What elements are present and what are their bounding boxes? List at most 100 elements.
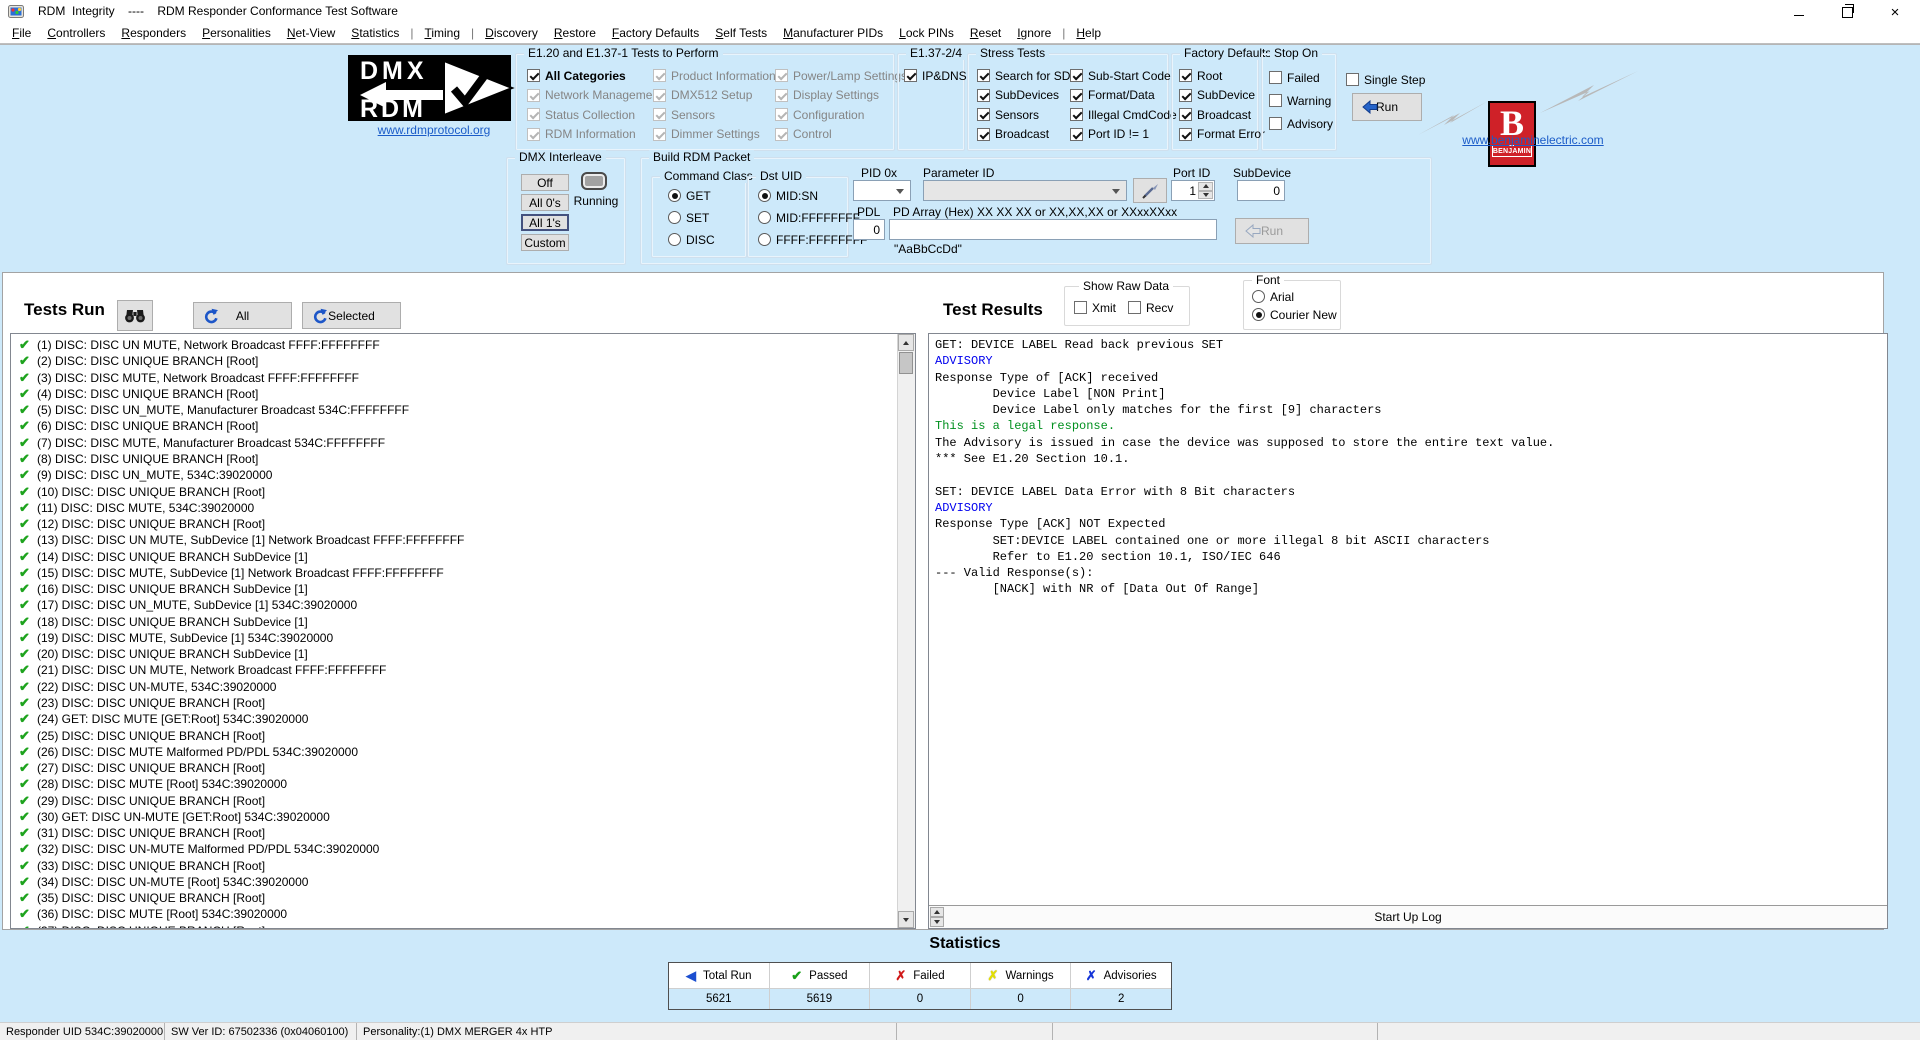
stress-test-checkbox[interactable]: Search for SDs bbox=[977, 67, 1070, 84]
scroll-down-icon[interactable] bbox=[898, 911, 914, 928]
test-row[interactable]: ✔ (22) DISC: DISC UN-MUTE, 534C:39020000 bbox=[11, 679, 898, 695]
stop-on-checkbox[interactable]: Advisory bbox=[1269, 115, 1333, 132]
test-row[interactable]: ✔ (5) DISC: DISC UN_MUTE, Manufacturer B… bbox=[11, 402, 898, 418]
test-row[interactable]: ✔ (2) DISC: DISC UNIQUE BRANCH [Root] bbox=[11, 353, 898, 369]
test-row[interactable]: ✔ (27) DISC: DISC UNIQUE BRANCH [Root] bbox=[11, 760, 898, 776]
single-step-checkbox[interactable]: Single Step bbox=[1346, 71, 1425, 88]
menu-item[interactable]: Lock PINs bbox=[891, 24, 962, 43]
pid-combobox[interactable] bbox=[853, 180, 911, 201]
menu-item[interactable]: Reset bbox=[962, 24, 1009, 43]
rerun-selected-button[interactable]: Selected bbox=[302, 302, 401, 329]
test-row[interactable]: ✔ (6) DISC: DISC UNIQUE BRANCH [Root] bbox=[11, 418, 898, 434]
benjaminelectric-link[interactable]: www.benjaminelectric.com bbox=[1462, 133, 1603, 147]
run-button[interactable]: Run bbox=[1352, 93, 1422, 121]
category-checkbox[interactable]: Display Settings bbox=[775, 87, 901, 104]
factory-default-checkbox[interactable]: Root bbox=[1179, 67, 1259, 84]
menu-item[interactable]: File bbox=[4, 24, 39, 43]
test-row[interactable]: ✔ (1) DISC: DISC UN MUTE, Network Broadc… bbox=[11, 337, 898, 353]
category-checkbox[interactable]: Configuration bbox=[775, 106, 901, 123]
test-row[interactable]: ✔ (32) DISC: DISC UN-MUTE Malformed PD/P… bbox=[11, 841, 898, 857]
interleave-button[interactable]: All 1's bbox=[521, 214, 569, 231]
test-row[interactable]: ✔ (29) DISC: DISC UNIQUE BRANCH [Root] bbox=[11, 792, 898, 808]
scroll-thumb[interactable] bbox=[899, 352, 913, 374]
dst-uid-radio[interactable]: MID:SN bbox=[758, 187, 867, 204]
factory-default-checkbox[interactable]: SubDevice bbox=[1179, 87, 1259, 104]
menu-item[interactable]: | bbox=[468, 24, 477, 43]
ipdns-checkbox[interactable]: IP&DNS bbox=[904, 67, 967, 84]
command-class-radio[interactable]: DISC bbox=[668, 231, 715, 248]
test-row[interactable]: ✔ (26) DISC: DISC MUTE Malformed PD/PDL … bbox=[11, 744, 898, 760]
category-checkbox[interactable]: All Categories bbox=[527, 67, 653, 84]
test-row[interactable]: ✔ (14) DISC: DISC UNIQUE BRANCH SubDevic… bbox=[11, 548, 898, 564]
test-row[interactable]: ✔ (25) DISC: DISC UNIQUE BRANCH [Root] bbox=[11, 727, 898, 743]
stress-test-checkbox[interactable]: Illegal CmdCode bbox=[1070, 106, 1170, 123]
pd-array-input[interactable] bbox=[889, 219, 1217, 240]
interleave-button[interactable]: Custom bbox=[521, 234, 569, 251]
menu-item[interactable]: Statistics bbox=[343, 24, 407, 43]
test-row[interactable]: ✔ (37) DISC: DISC UNIQUE BRANCH [Root] bbox=[11, 923, 898, 929]
dst-uid-radio[interactable]: FFFF:FFFFFFFF bbox=[758, 231, 867, 248]
test-row[interactable]: ✔ (4) DISC: DISC UNIQUE BRANCH [Root] bbox=[11, 386, 898, 402]
menu-item[interactable]: Responders bbox=[113, 24, 194, 43]
tests-list-scrollbar[interactable] bbox=[897, 334, 915, 928]
category-checkbox[interactable]: Network Management bbox=[527, 87, 653, 104]
test-row[interactable]: ✔ (20) DISC: DISC UNIQUE BRANCH SubDevic… bbox=[11, 646, 898, 662]
test-row[interactable]: ✔ (34) DISC: DISC UN-MUTE [Root] 534C:39… bbox=[11, 874, 898, 890]
test-row[interactable]: ✔ (17) DISC: DISC UN_MUTE, SubDevice [1]… bbox=[11, 597, 898, 613]
category-checkbox[interactable]: Product Information bbox=[653, 67, 775, 84]
results-spinner[interactable] bbox=[930, 907, 944, 927]
category-checkbox[interactable]: Status Collection bbox=[527, 106, 653, 123]
font-radio[interactable]: Arial bbox=[1252, 288, 1337, 305]
factory-default-checkbox[interactable]: Broadcast bbox=[1179, 106, 1259, 123]
test-row[interactable]: ✔ (16) DISC: DISC UNIQUE BRANCH SubDevic… bbox=[11, 581, 898, 597]
menu-item[interactable]: Discovery bbox=[477, 24, 546, 43]
restore-icon[interactable] bbox=[1830, 0, 1864, 24]
category-checkbox[interactable]: Power/Lamp Settings bbox=[775, 67, 901, 84]
test-row[interactable]: ✔ (31) DISC: DISC UNIQUE BRANCH [Root] bbox=[11, 825, 898, 841]
menu-item[interactable]: Ignore bbox=[1009, 24, 1059, 43]
test-row[interactable]: ✔ (10) DISC: DISC UNIQUE BRANCH [Root] bbox=[11, 483, 898, 499]
test-row[interactable]: ✔ (12) DISC: DISC UNIQUE BRANCH [Root] bbox=[11, 516, 898, 532]
test-row[interactable]: ✔ (21) DISC: DISC UN MUTE, Network Broad… bbox=[11, 662, 898, 678]
stress-test-checkbox[interactable]: Sensors bbox=[977, 106, 1070, 123]
interleave-button[interactable]: Off bbox=[521, 174, 569, 191]
find-test-button[interactable] bbox=[117, 300, 153, 331]
menu-item[interactable]: Factory Defaults bbox=[604, 24, 707, 43]
port-id-stepper[interactable]: 1 bbox=[1171, 180, 1215, 201]
stop-on-checkbox[interactable]: Warning bbox=[1269, 92, 1333, 109]
dst-uid-radio[interactable]: MID:FFFFFFFF bbox=[758, 209, 867, 226]
test-row[interactable]: ✔ (7) DISC: DISC MUTE, Manufacturer Broa… bbox=[11, 435, 898, 451]
recv-checkbox[interactable]: Recv bbox=[1128, 299, 1173, 316]
menu-item[interactable]: Controllers bbox=[39, 24, 113, 43]
test-row[interactable]: ✔ (8) DISC: DISC UNIQUE BRANCH [Root] bbox=[11, 451, 898, 467]
pdl-field[interactable]: 0 bbox=[853, 219, 885, 240]
menu-item[interactable]: Net-View bbox=[279, 24, 343, 43]
menu-item[interactable]: Restore bbox=[546, 24, 604, 43]
test-row[interactable]: ✔ (18) DISC: DISC UNIQUE BRANCH SubDevic… bbox=[11, 614, 898, 630]
xmit-checkbox[interactable]: Xmit bbox=[1074, 299, 1116, 316]
test-row[interactable]: ✔ (19) DISC: DISC MUTE, SubDevice [1] 53… bbox=[11, 630, 898, 646]
category-checkbox[interactable]: Control bbox=[775, 126, 901, 143]
parameter-id-combobox[interactable] bbox=[923, 180, 1127, 201]
test-row[interactable]: ✔ (35) DISC: DISC UNIQUE BRANCH [Root] bbox=[11, 890, 898, 906]
test-row[interactable]: ✔ (23) DISC: DISC UNIQUE BRANCH [Root] bbox=[11, 695, 898, 711]
font-radio[interactable]: Courier New bbox=[1252, 306, 1337, 323]
test-row[interactable]: ✔ (33) DISC: DISC UNIQUE BRANCH [Root] bbox=[11, 858, 898, 874]
stress-test-checkbox[interactable]: Port ID != 1 bbox=[1070, 126, 1170, 143]
rdmprotocol-link[interactable]: www.rdmprotocol.org bbox=[378, 123, 491, 137]
packet-run-button[interactable]: Run bbox=[1235, 218, 1309, 244]
factory-default-checkbox[interactable]: Format Error bbox=[1179, 126, 1259, 143]
test-row[interactable]: ✔ (30) GET: DISC UN-MUTE [GET:Root] 534C… bbox=[11, 809, 898, 825]
test-row[interactable]: ✔ (3) DISC: DISC MUTE, Network Broadcast… bbox=[11, 370, 898, 386]
minimize-icon[interactable] bbox=[1782, 0, 1816, 24]
subdevice-field[interactable]: 0 bbox=[1237, 180, 1285, 201]
scroll-up-icon[interactable] bbox=[898, 334, 914, 351]
menu-item[interactable]: Help bbox=[1068, 24, 1109, 43]
command-class-radio[interactable]: SET bbox=[668, 209, 715, 226]
menu-item[interactable]: Self Tests bbox=[707, 24, 775, 43]
category-checkbox[interactable]: RDM Information bbox=[527, 126, 653, 143]
category-checkbox[interactable]: DMX512 Setup bbox=[653, 87, 775, 104]
stress-test-checkbox[interactable]: Sub-Start Code bbox=[1070, 67, 1170, 84]
test-row[interactable]: ✔ (11) DISC: DISC MUTE, 534C:39020000 bbox=[11, 500, 898, 516]
test-row[interactable]: ✔ (13) DISC: DISC UN MUTE, SubDevice [1]… bbox=[11, 532, 898, 548]
